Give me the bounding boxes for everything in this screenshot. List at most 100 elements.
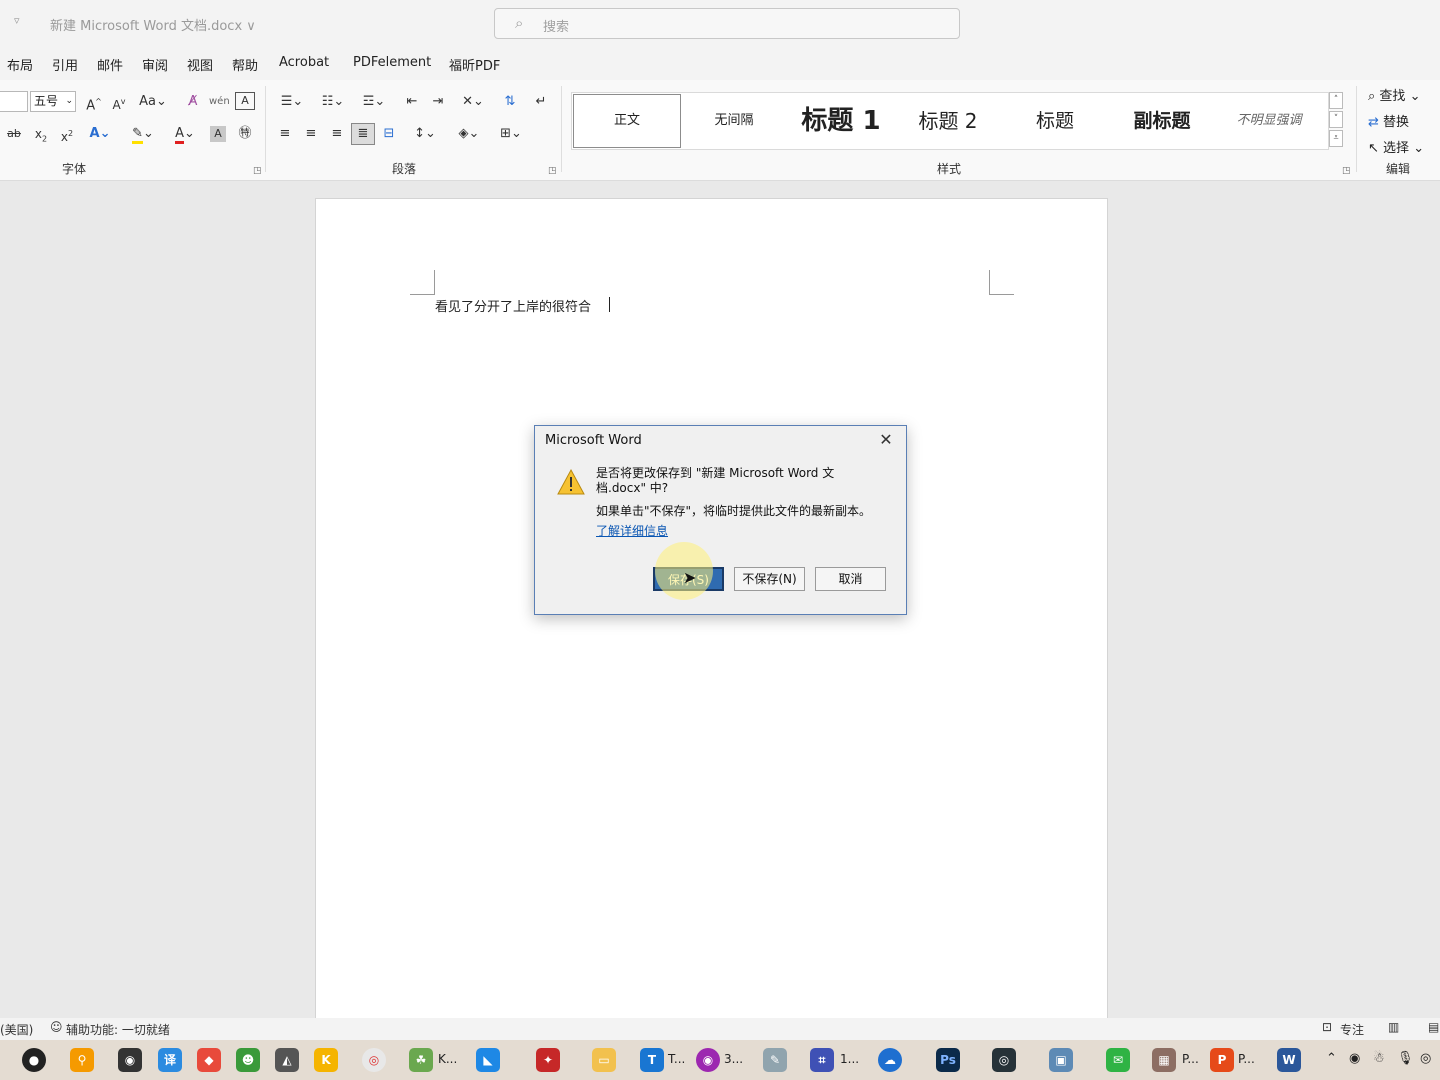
tab-pdfelement[interactable]: PDFelement [353, 55, 431, 70]
game-app-icon[interactable]: ☘ [409, 1048, 433, 1072]
paragraph-dialog-launcher-icon[interactable]: ◳ [548, 166, 557, 176]
subscript-icon[interactable]: x2 [31, 124, 51, 144]
document-title[interactable]: 新建 Microsoft Word 文档.docx ∨ [50, 15, 256, 34]
dont-save-button[interactable]: 不保存(N) [734, 567, 805, 591]
style-heading-1[interactable]: 标题 1 [788, 94, 894, 148]
network-tray-icon[interactable]: ◎ [1420, 1051, 1431, 1066]
archive-app-icon[interactable]: ▦ [1152, 1048, 1176, 1072]
record-tray-icon[interactable]: ◉ [1349, 1051, 1360, 1066]
document-body-text[interactable]: 看见了分开了上岸的很符合 [435, 296, 591, 315]
powerpoint-icon[interactable]: P [1210, 1048, 1234, 1072]
translate-app-icon[interactable]: 译 [158, 1048, 182, 1072]
tab-review[interactable]: 审阅 [142, 55, 168, 74]
tab-view[interactable]: 视图 [187, 55, 213, 74]
styles-dialog-launcher-icon[interactable]: ◳ [1342, 166, 1351, 176]
chinese-layout-icon[interactable]: ✕⌄ [456, 92, 490, 112]
k-app-icon[interactable]: K [314, 1048, 338, 1072]
colorful-app-icon[interactable]: ◉ [696, 1048, 720, 1072]
align-right-icon[interactable]: ≡ [327, 124, 347, 144]
quick-access-dropdown-icon[interactable]: ▿ [14, 14, 20, 27]
justify-icon[interactable]: ≣ [351, 123, 375, 145]
learn-more-link[interactable]: 了解详细信息 [596, 522, 668, 539]
font-name-dropdown[interactable] [0, 91, 28, 112]
multilevel-list-icon[interactable]: ☲⌄ [357, 92, 391, 112]
distributed-icon[interactable]: ⊟ [379, 124, 399, 144]
tab-layout[interactable]: 布局 [7, 55, 33, 74]
record-app-icon[interactable]: ● [22, 1048, 46, 1072]
borders-icon[interactable]: ⊞⌄ [494, 124, 528, 144]
styles-scroll-down-icon[interactable]: ˅ [1329, 111, 1343, 128]
chevron-up-icon[interactable]: ⌃ [1326, 1051, 1337, 1066]
bullets-icon[interactable]: ☰⌄ [275, 92, 309, 112]
close-icon[interactable]: ✕ [875, 429, 897, 451]
styles-scroll-up-icon[interactable]: ˄ [1329, 92, 1343, 109]
tab-references[interactable]: 引用 [52, 55, 78, 74]
align-center-icon[interactable]: ≡ [301, 124, 321, 144]
shading-icon[interactable]: ◈⌄ [452, 124, 486, 144]
change-case-icon[interactable]: Aa⌄ [138, 92, 168, 112]
style-subtitle[interactable]: 副标题 [1109, 94, 1215, 148]
num-app-icon[interactable]: ⌗ [810, 1048, 834, 1072]
qq-tray-icon[interactable]: ☃ [1373, 1051, 1385, 1066]
superscript-icon[interactable]: x2 [57, 124, 77, 144]
t-app-icon[interactable]: T [640, 1048, 664, 1072]
language-status[interactable]: (美国) [0, 1021, 33, 1038]
camera-lens-icon[interactable]: ◎ [992, 1048, 1016, 1072]
text-effects-icon[interactable]: A⌄ [85, 124, 115, 144]
replace-button[interactable]: ⇄ 替换 [1368, 111, 1409, 130]
show-marks-icon[interactable]: ↵ [531, 92, 551, 112]
cancel-button[interactable]: 取消 [815, 567, 886, 591]
style-normal[interactable]: 正文 [573, 94, 681, 148]
line-spacing-icon[interactable]: ↕⌄ [408, 124, 442, 144]
word-icon[interactable]: W [1277, 1048, 1301, 1072]
strikethrough-icon[interactable]: ab [4, 124, 24, 144]
clear-formatting-icon[interactable]: A̸ [183, 92, 203, 112]
phonetic-guide-icon[interactable]: wén [209, 92, 230, 112]
blue-app-icon[interactable]: ◣ [476, 1048, 500, 1072]
enclose-characters-icon[interactable]: ㊕ [235, 124, 255, 144]
photoshop-icon[interactable]: Ps [936, 1048, 960, 1072]
character-shading-icon[interactable]: A [210, 126, 226, 142]
shrink-font-icon[interactable]: Av [109, 92, 129, 112]
tab-help[interactable]: 帮助 [232, 55, 258, 74]
cloud-app-icon[interactable]: ☁ [878, 1048, 902, 1072]
red-app-icon[interactable]: ✦ [536, 1048, 560, 1072]
increase-indent-icon[interactable]: ⇥ [428, 92, 448, 112]
file-explorer-icon[interactable]: ▭ [592, 1048, 616, 1072]
notes-app-icon[interactable]: ✎ [763, 1048, 787, 1072]
tab-mailings[interactable]: 邮件 [97, 55, 123, 74]
style-title[interactable]: 标题 [1002, 94, 1108, 148]
font-size-dropdown[interactable]: 五号 ⌄ [30, 91, 76, 112]
font-dialog-launcher-icon[interactable]: ◳ [253, 166, 262, 176]
style-no-spacing[interactable]: 无间隔 [681, 94, 787, 148]
search-input[interactable]: ⌕ 搜索 [494, 8, 960, 39]
style-heading-2[interactable]: 标题 2 [895, 94, 1001, 148]
accessibility-status[interactable]: 辅助功能: 一切就绪 [66, 1021, 170, 1038]
sort-icon[interactable]: ⇅ [500, 92, 520, 112]
grow-font-icon[interactable]: A^ [84, 92, 104, 113]
select-button[interactable]: ↖ 选择 ⌄ [1368, 137, 1424, 156]
highlight-color-icon[interactable]: ✎⌄ [126, 124, 160, 144]
character-border-icon[interactable]: A [235, 92, 255, 110]
microphone-icon[interactable]: 🎙 [1397, 1051, 1414, 1066]
numbering-icon[interactable]: ☷⌄ [316, 92, 350, 112]
alien-app-icon[interactable]: ◭ [275, 1048, 299, 1072]
font-color-icon[interactable]: A⌄ [168, 124, 202, 144]
image-app-icon[interactable]: ▣ [1049, 1048, 1073, 1072]
tab-acrobat[interactable]: Acrobat [279, 55, 329, 70]
align-left-icon[interactable]: ≡ [275, 124, 295, 144]
wechat-icon[interactable]: ✉ [1106, 1048, 1130, 1072]
read-mode-icon[interactable]: ▥ [1388, 1020, 1399, 1034]
camera-app-icon[interactable]: ◉ [118, 1048, 142, 1072]
decrease-indent-icon[interactable]: ⇤ [402, 92, 422, 112]
print-layout-icon[interactable]: ▤ [1428, 1020, 1439, 1034]
styles-more-icon[interactable]: ⩡ [1329, 130, 1343, 147]
panda-app-icon[interactable]: ☻ [236, 1048, 260, 1072]
focus-mode-button[interactable]: 专注 [1340, 1021, 1364, 1038]
tab-foxit-pdf[interactable]: 福昕PDF [449, 55, 500, 74]
style-subtle-emphasis[interactable]: 不明显强调 [1216, 94, 1322, 148]
office-app-icon[interactable]: ◆ [197, 1048, 221, 1072]
find-button[interactable]: ⌕ 查找 ⌄ [1368, 85, 1420, 104]
search-app-icon[interactable]: ⚲ [70, 1048, 94, 1072]
chrome-icon[interactable]: ◎ [362, 1048, 386, 1072]
